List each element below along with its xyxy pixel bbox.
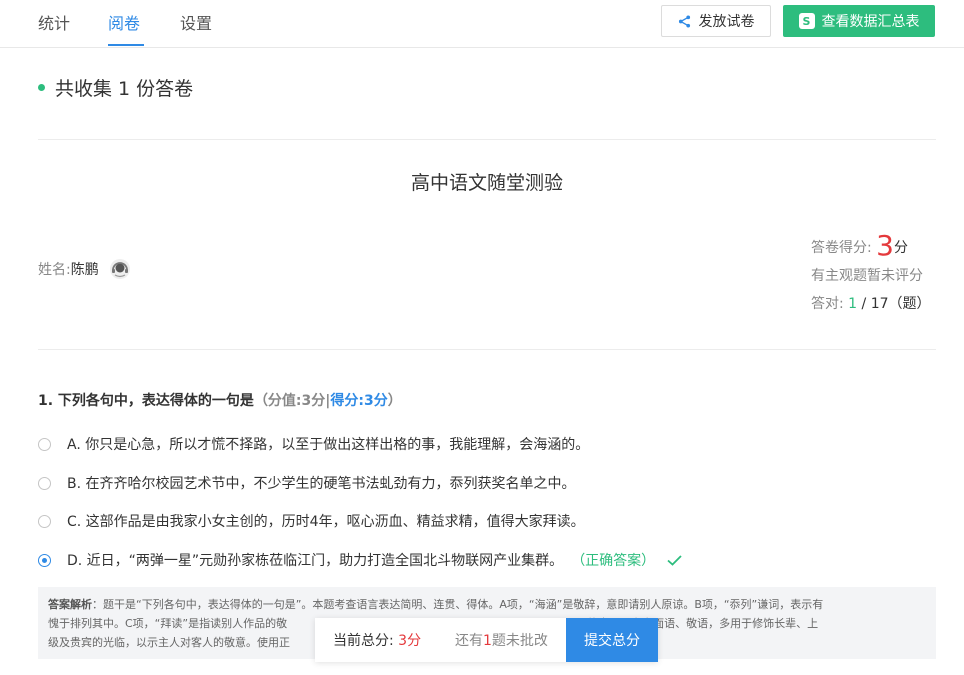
pending-count-value: 1: [483, 633, 492, 649]
radio-d[interactable]: [38, 553, 51, 567]
analysis-line-1: 答案解析：题干是“下列各句中，表达得体的一句是”。本题考查语言表达简明、连贯、得…: [48, 595, 926, 614]
view-summary-table-label: 查看数据汇总表: [821, 14, 920, 30]
top-nav: 统计 阅卷 设置 发放试卷 S 查看数据汇总表: [0, 0, 964, 48]
question-value: 3分: [301, 393, 326, 409]
score-panel: 答卷得分: 3分 有主观题暂未评分 答对: 1 / 17（题）: [811, 232, 931, 318]
ungraded-note: 有主观题暂未评分: [811, 268, 923, 284]
analysis-text-2: 愧于排列其中。C项，“拜读”是指读别人作品的敬: [48, 617, 288, 630]
option-b[interactable]: B. 在齐齐哈尔校园艺术节中，不少学生的硬笔书法虬劲有力，忝列获奖名单之中。: [38, 473, 576, 493]
floating-score-bar: 当前总分: 3分 还有1题未批改 提交总分: [315, 618, 658, 662]
question-title: 1. 下列各句中，表达得体的一句是（分值:3分|得分:3分）: [38, 390, 402, 410]
paper-score-row: 答卷得分: 3分: [811, 232, 931, 262]
correct-answer-tag: （正确答案）: [571, 553, 656, 569]
radio-a[interactable]: [38, 437, 51, 451]
submit-total-button[interactable]: 提交总分: [566, 618, 658, 662]
current-total-value: 3分: [398, 633, 422, 649]
paper-score-label: 答卷得分:: [811, 240, 872, 256]
option-c[interactable]: C. 这部作品是由我家小女主创的，历时4年，呕心沥血、精益求精，值得大家拜读。: [38, 511, 585, 531]
correct-count-row: 答对: 1 / 17（题）: [811, 290, 931, 318]
analysis-label: 答案解析: [48, 598, 92, 611]
distribute-exam-button[interactable]: 发放试卷: [661, 5, 771, 37]
option-a[interactable]: A. 你只是心急，所以才慌不择路，以至于做出这样出格的事，我能理解，会海涵的。: [38, 434, 589, 454]
exam-title: 高中语文随堂测验: [410, 172, 563, 194]
view-summary-table-button[interactable]: S 查看数据汇总表: [783, 5, 935, 37]
student-name: 陈鹏: [70, 262, 99, 278]
status-dot-icon: [38, 84, 45, 91]
radio-b[interactable]: [38, 476, 51, 490]
question-value-close: ）: [387, 393, 402, 409]
option-a-text: A. 你只是心急，所以才慌不择路，以至于做出这样出格的事，我能理解，会海涵的。: [67, 437, 590, 453]
paper-score-unit: 分: [894, 240, 908, 256]
analysis-text-1: ：题干是“下列各句中，表达得体的一句是”。本题考查语言表达简明、连贯、得体。A项…: [92, 598, 824, 611]
current-total: 当前总分: 3分: [315, 630, 439, 650]
pending-count: 还有1题未批改: [439, 630, 566, 650]
share-icon: [678, 14, 690, 28]
pending-prefix: 还有: [455, 633, 483, 649]
correct-label: 答对:: [811, 296, 844, 312]
tab-statistics[interactable]: 统计: [38, 10, 70, 34]
question-value-open: （分值:: [253, 393, 302, 409]
student-info: 姓名: 陈鹏: [38, 258, 131, 280]
headset-icon[interactable]: [109, 258, 131, 280]
current-total-label: 当前总分:: [333, 633, 394, 649]
divider: [38, 139, 936, 140]
pending-suffix: 题未批改: [491, 633, 548, 649]
paper-score-value: 3: [876, 229, 894, 262]
option-d-text: D. 近日，“两弹一星”元勋孙家栋莅临江门，助力打造全国北斗物联网产业集群。: [67, 553, 564, 569]
question-text: 1. 下列各句中，表达得体的一句是: [38, 393, 254, 409]
option-c-text: C. 这部作品是由我家小女主创的，历时4年，呕心沥血、精益求精，值得大家拜读。: [67, 514, 585, 530]
analysis-text-3: 级及贵宾的光临，以示主人对客人的敬意。使用正: [48, 636, 290, 649]
distribute-exam-label: 发放试卷: [698, 14, 755, 30]
question-score-label: 得分:: [330, 393, 365, 409]
correct-total: / 17（题）: [861, 296, 931, 312]
option-b-text: B. 在齐齐哈尔校园艺术节中，不少学生的硬笔书法虬劲有力，忝列获奖名单之中。: [67, 476, 576, 492]
active-tab-indicator: [108, 44, 144, 46]
radio-c[interactable]: [38, 514, 51, 528]
tab-grading[interactable]: 阅卷: [108, 10, 140, 34]
question-score-value: 3分: [364, 393, 388, 409]
correct-count: 1: [848, 296, 858, 312]
divider: [38, 349, 936, 350]
collection-count-text: 共收集 1 份答卷: [55, 78, 194, 100]
name-label: 姓名:: [38, 262, 71, 278]
option-d[interactable]: D. 近日，“两弹一星”元勋孙家栋莅临江门，助力打造全国北斗物联网产业集群。 （…: [38, 550, 682, 570]
spreadsheet-icon: S: [798, 13, 815, 29]
check-icon: [667, 554, 682, 566]
tab-settings[interactable]: 设置: [180, 10, 212, 34]
collection-summary: 共收集 1 份答卷: [38, 74, 193, 101]
